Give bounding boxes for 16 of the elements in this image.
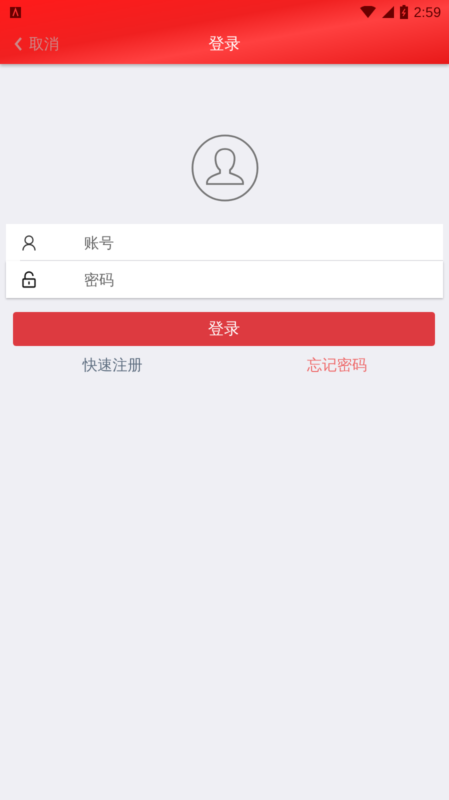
login-button[interactable]: 登录 [13,312,435,346]
account-input[interactable]: 账号 [82,226,435,258]
battery-icon [400,5,408,19]
notification-icon [10,6,21,18]
password-input[interactable]: 密码 [82,264,435,296]
password-field[interactable]: 密码 [6,261,443,298]
register-link[interactable]: 快速注册 [82,356,142,375]
status-time: 2:59 [414,4,441,20]
signal-icon [382,6,394,18]
lock-icon [22,271,36,288]
person-icon [22,234,36,250]
avatar-icon [190,134,258,202]
account-field[interactable]: 账号 [6,224,443,261]
forgot-password-link[interactable]: 忘记密码 [306,356,367,375]
page-title: 登录 [208,34,240,54]
wifi-icon [360,6,376,18]
